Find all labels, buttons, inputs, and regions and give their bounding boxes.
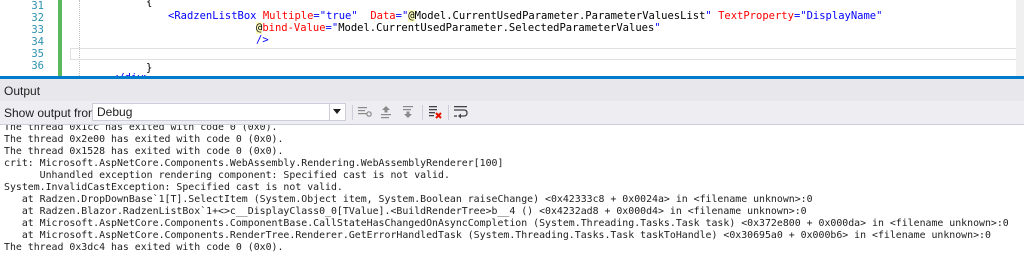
line-number: 34 [31, 36, 44, 48]
razor-expression: Model.CurrentUsedParameter.ParameterValu… [414, 10, 706, 22]
find-message-icon[interactable] [356, 104, 374, 121]
code-brace-open: { [146, 0, 153, 8]
output-line: at Microsoft.AspNetCore.Components.Compo… [4, 218, 1009, 229]
output-line: The thread 0x3dc4 has exited with code 0… [4, 242, 284, 253]
code-line-33: @bind-Value="Model.CurrentUsedParameter.… [256, 22, 661, 34]
go-to-previous-icon[interactable] [378, 104, 396, 121]
output-source-dropdown[interactable]: Debug [92, 103, 346, 121]
tag-name: <RadzenListBox [168, 10, 257, 22]
output-line: Unhandled exception rendering component:… [4, 170, 450, 181]
output-line: crit: Microsoft.AspNetCore.Components.We… [4, 158, 504, 169]
line-number: 31 [31, 0, 44, 12]
change-tracking-bar [58, 0, 62, 76]
output-toolbar: Show output from: Debug [0, 101, 1024, 125]
chevron-down-icon[interactable] [329, 104, 345, 120]
attr-name: Data [370, 10, 396, 22]
toolbar-separator [422, 105, 423, 120]
attr-name: Multiple [256, 10, 314, 22]
code-line-34: /> [256, 34, 269, 46]
toolbar-separator [448, 105, 449, 120]
clear-all-icon[interactable] [426, 104, 444, 121]
razor-expression: Model.CurrentUsedParameter.SelectedParam… [338, 22, 655, 34]
toolbar-separator [352, 105, 353, 120]
current-line-highlight [70, 48, 1018, 60]
line-number: 35 [31, 48, 44, 60]
line-number-gutter: 31 32 33 34 35 36 [0, 0, 46, 76]
output-line: The thread 0x1cc has exited with code 0 … [4, 125, 278, 133]
attr-name: TextProperty [711, 10, 794, 22]
attr-value: "true" [319, 10, 358, 22]
output-panel-title: Output [4, 84, 41, 98]
output-source-value: Debug [97, 105, 133, 119]
output-text-pane[interactable]: The thread 0x1cc has exited with code 0 … [0, 125, 1024, 258]
indent-guide [79, 0, 80, 76]
line-number: 33 [31, 24, 44, 36]
output-panel-title-bar: Output [0, 76, 1024, 101]
code-editor[interactable]: 31 32 33 34 35 36 { <RadzenListBox Multi… [0, 0, 1024, 76]
toggle-word-wrap-icon[interactable] [452, 104, 470, 121]
attr-value: "DisplayName" [800, 10, 883, 22]
attr-name: bind-Value [262, 22, 326, 34]
output-line: at Radzen.DropDownBase`1[T].SelectItem (… [4, 194, 813, 205]
editor-scrollbar[interactable] [1016, 0, 1024, 76]
output-line: The thread 0x2e00 has exited with code 0… [4, 134, 284, 145]
line-number: 36 [31, 60, 44, 72]
show-output-from-label: Show output from: [4, 106, 102, 120]
go-to-next-icon[interactable] [400, 104, 418, 121]
output-line: at Radzen.Blazor.RadzenListBox`1+<>c__Di… [4, 206, 807, 217]
output-line: at Microsoft.AspNetCore.Components.Rende… [4, 230, 991, 241]
output-line: The thread 0x1528 has exited with code 0… [4, 146, 284, 157]
code-line-32: <RadzenListBox Multiple="true" Data="@Mo… [168, 10, 883, 22]
line-number: 32 [31, 12, 44, 24]
output-line: System.InvalidCastException: Specified c… [4, 182, 343, 193]
